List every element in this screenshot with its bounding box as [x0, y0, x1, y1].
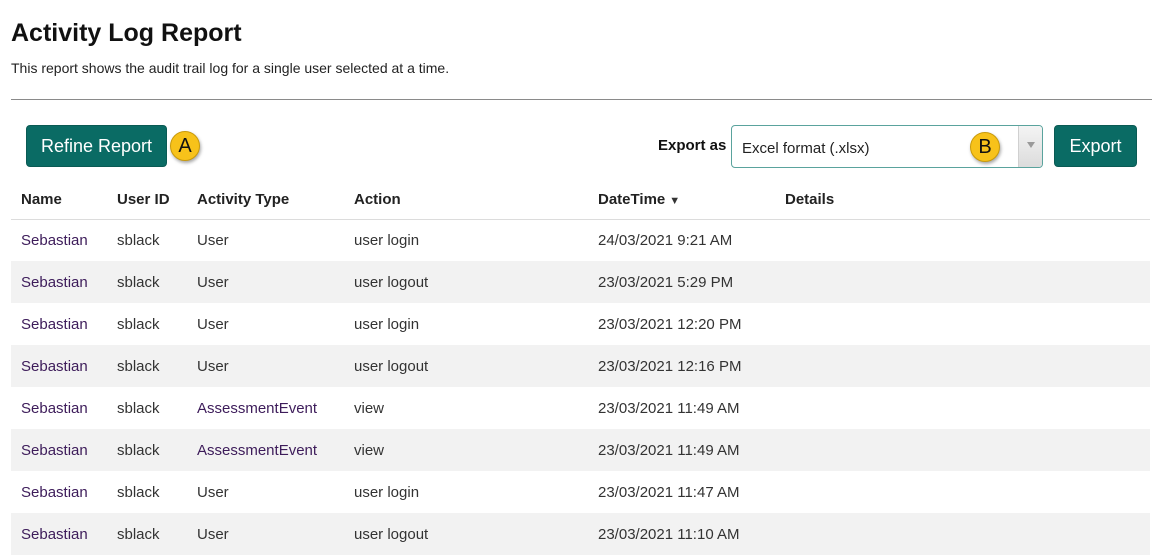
cell-datetime: 24/03/2021 9:21 AM [598, 231, 733, 249]
column-header-user-id[interactable]: User ID [107, 181, 187, 220]
cell-name[interactable]: Sebastian [11, 429, 107, 471]
header-divider [11, 99, 1152, 100]
export-button[interactable]: Export [1054, 125, 1137, 167]
cell-action: view [354, 399, 385, 417]
cell-details [775, 345, 1150, 387]
cell-user-id: sblack [117, 483, 160, 501]
cell-name[interactable]: Sebastian [11, 387, 107, 429]
table-row: Sebastian sblack User user login 23/03/2021 … [11, 471, 1150, 513]
table-row: Sebastian sblack AssessmentEvent view 23/03/… [11, 429, 1150, 471]
table-row: Sebastian sblack User user logout 23/03/2021… [11, 261, 1150, 303]
cell-datetime: 23/03/2021 12:20 PM [598, 315, 742, 333]
cell-name[interactable]: Sebastian [11, 219, 107, 261]
cell-action: view [344, 429, 588, 471]
table-row: Sebastian sblack User user logout 23/03/2021… [11, 345, 1150, 387]
column-header-activity-type[interactable]: Activity Type [187, 181, 344, 220]
cell-action: user login [354, 315, 420, 333]
cell-user-id: sblack [107, 513, 187, 555]
table-row: Sebastian sblack AssessmentEvent view 23/03/… [11, 387, 1150, 429]
cell-activity-type: User [197, 483, 229, 501]
cell-name[interactable]: Sebastian [11, 513, 107, 555]
cell-activity-type: User [187, 261, 344, 303]
cell-datetime: 23/03/2021 11:47 AM [598, 483, 740, 501]
cell-action: user login [354, 483, 420, 501]
page-subtitle: This report shows the audit trail log fo… [11, 60, 450, 76]
cell-details [775, 513, 1150, 555]
cell-action: user login [354, 231, 420, 249]
column-header-name[interactable]: Name [11, 181, 107, 220]
cell-details [775, 471, 1150, 513]
cell-user-id: sblack [117, 231, 160, 249]
cell-user-id: sblack [107, 429, 187, 471]
select-arrow-button[interactable] [1018, 126, 1042, 167]
column-header-action[interactable]: Action [344, 181, 588, 220]
cell-datetime: 23/03/2021 11:49 AM [598, 399, 740, 417]
cell-action: user logout [344, 513, 588, 555]
export-format-value: Excel format (.xlsx) [742, 140, 870, 157]
cell-activity-type: User [197, 315, 229, 333]
column-header-details[interactable]: Details [775, 181, 1150, 220]
table-row: Sebastian sblack User user logout 23/03/2021… [11, 513, 1150, 555]
table-row: Sebastian sblack User user login 24/03/2021 … [11, 219, 1150, 261]
cell-details [775, 219, 1150, 261]
cell-activity-type: User [197, 231, 229, 249]
cell-details [775, 261, 1150, 303]
table-row: Sebastian sblack User user login 23/03/2021 … [11, 303, 1150, 345]
callout-badge-b: B [970, 132, 1000, 162]
cell-datetime: 23/03/2021 12:16 PM [588, 345, 775, 387]
cell-activity-type: User [187, 513, 344, 555]
column-header-datetime[interactable]: DateTime ▼ [588, 181, 775, 220]
activity-log-table: Name User ID Activity Type Action DateTi… [11, 181, 1150, 555]
cell-user-id: sblack [117, 399, 160, 417]
cell-user-id: sblack [107, 261, 187, 303]
cell-name[interactable]: Sebastian [11, 303, 107, 345]
cell-activity-type[interactable]: AssessmentEvent [187, 429, 344, 471]
cell-datetime: 23/03/2021 5:29 PM [588, 261, 775, 303]
export-as-label: Export as [658, 137, 727, 154]
cell-datetime: 23/03/2021 11:10 AM [588, 513, 775, 555]
page-title: Activity Log Report [11, 19, 242, 47]
cell-details [775, 429, 1150, 471]
cell-name[interactable]: Sebastian [11, 261, 107, 303]
cell-activity-type[interactable]: AssessmentEvent [187, 387, 344, 429]
table-header-row: Name User ID Activity Type Action DateTi… [11, 181, 1150, 220]
cell-name[interactable]: Sebastian [11, 345, 107, 387]
chevron-down-icon [1027, 142, 1035, 148]
sort-descending-icon: ▼ [669, 195, 681, 208]
cell-details [775, 387, 1150, 429]
callout-badge-a: A [170, 131, 200, 161]
cell-user-id: sblack [117, 315, 160, 333]
cell-details [775, 303, 1150, 345]
cell-action: user logout [344, 261, 588, 303]
cell-activity-type: User [187, 345, 344, 387]
cell-action: user logout [344, 345, 588, 387]
cell-name[interactable]: Sebastian [11, 471, 107, 513]
cell-user-id: sblack [107, 345, 187, 387]
cell-datetime: 23/03/2021 11:49 AM [588, 429, 775, 471]
refine-report-button[interactable]: Refine Report [26, 125, 167, 167]
